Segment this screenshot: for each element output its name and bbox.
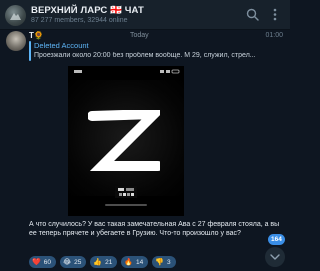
reply-text[interactable]: Проезжали около 20:00 без проблем вообще… bbox=[34, 52, 284, 59]
chat-title[interactable]: ВЕРХНИЙ ЛАРС 🇬🇪 ЧАТ bbox=[31, 5, 144, 16]
sender-name[interactable]: T🌻 bbox=[29, 31, 44, 40]
heart-icon: ❤️ bbox=[32, 258, 41, 266]
thumbs-down-icon: 👎 bbox=[155, 258, 164, 266]
more-menu-icon[interactable] bbox=[272, 8, 278, 21]
reaction-count: 3 bbox=[167, 258, 171, 266]
unread-count-badge[interactable]: 164 bbox=[268, 234, 285, 245]
mountain-icon bbox=[10, 13, 21, 20]
reaction-count: 25 bbox=[74, 258, 82, 266]
letter-z-icon bbox=[88, 110, 160, 171]
chat-header: ВЕРХНИЙ ЛАРС 🇬🇪 ЧАТ 87 277 members, 3294… bbox=[0, 0, 290, 30]
reply-quote-bar bbox=[29, 41, 31, 61]
scroll-down-button[interactable] bbox=[265, 247, 285, 267]
reactions-bar: ❤️ 60 😂 25 👍 21 🔥 14 👎 3 bbox=[29, 256, 176, 269]
reaction-count: 60 bbox=[43, 258, 51, 266]
chat-member-count: 87 277 members, 32944 online bbox=[31, 17, 128, 24]
fire-icon: 🔥 bbox=[124, 258, 134, 266]
search-icon[interactable] bbox=[246, 8, 259, 21]
message-photo[interactable] bbox=[68, 66, 184, 216]
date-separator: Today bbox=[130, 32, 149, 39]
laugh-icon: 😂 bbox=[62, 258, 72, 266]
reaction-count: 21 bbox=[105, 258, 113, 266]
chevron-down-icon bbox=[270, 254, 280, 260]
sender-avatar[interactable] bbox=[6, 31, 26, 51]
reaction-heart[interactable]: ❤️ 60 bbox=[29, 256, 56, 268]
phone-status-bar-icon bbox=[74, 69, 180, 74]
reaction-laugh[interactable]: 😂 25 bbox=[59, 256, 87, 268]
message-time: 01:00 bbox=[265, 32, 283, 39]
reaction-thumbs-up[interactable]: 👍 21 bbox=[90, 256, 118, 268]
message-caption: А что случилось? У вас такая замечательн… bbox=[29, 221, 280, 238]
reaction-thumbs-down[interactable]: 👎 3 bbox=[152, 256, 176, 268]
reaction-count: 14 bbox=[136, 258, 144, 266]
thumbs-up-icon: 👍 bbox=[93, 258, 103, 266]
phone-dock-icon bbox=[105, 186, 147, 206]
chat-avatar[interactable] bbox=[5, 5, 26, 26]
reaction-fire[interactable]: 🔥 14 bbox=[121, 256, 149, 268]
reply-author[interactable]: Deleted Account bbox=[34, 41, 89, 50]
